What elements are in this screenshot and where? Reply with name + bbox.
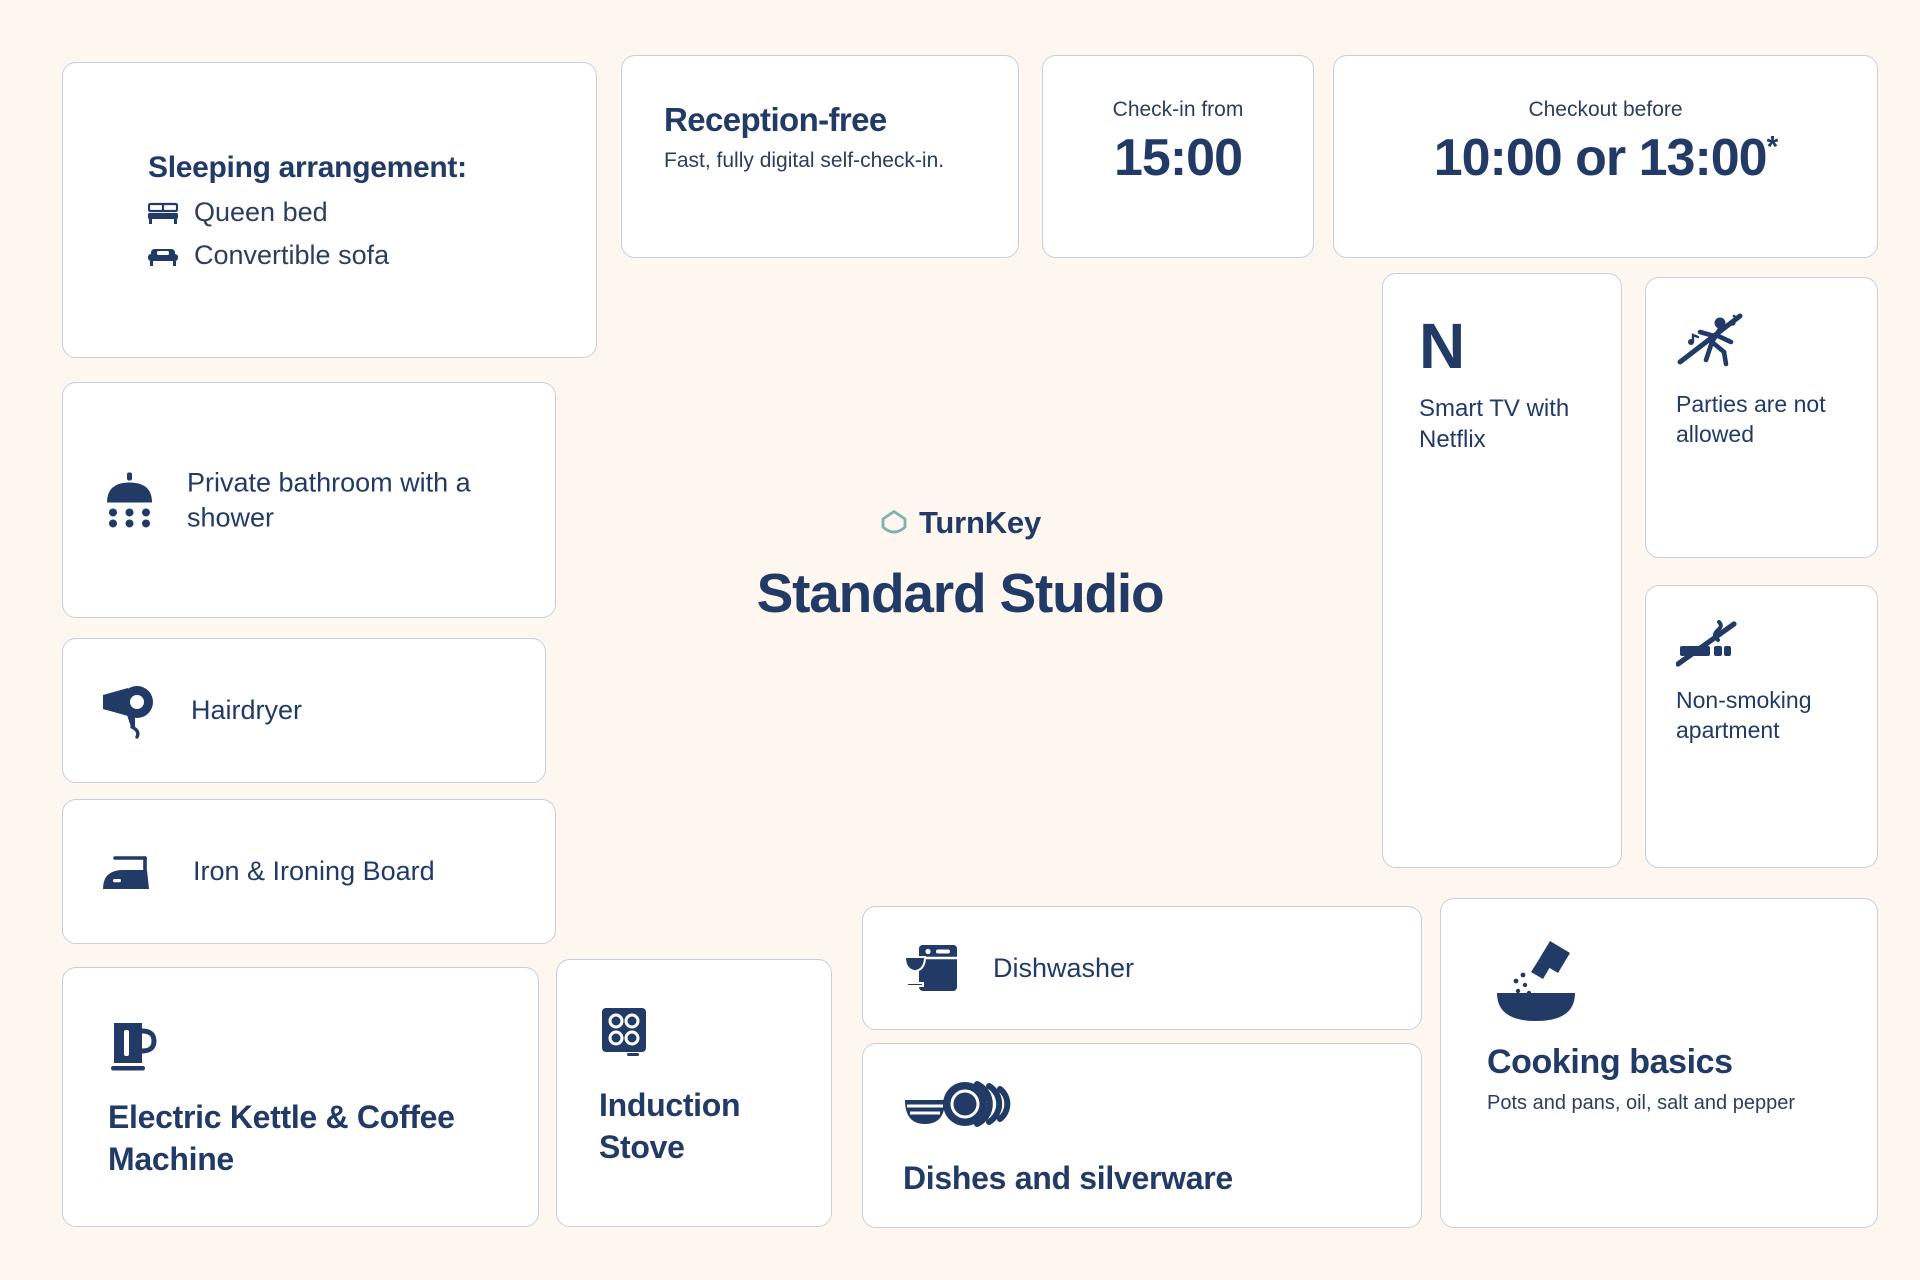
checkout-time-wrapper: 10:00 or 13:00* bbox=[1433, 128, 1779, 188]
brand-row: TurnKey bbox=[710, 505, 1210, 541]
page-title: Standard Studio bbox=[756, 562, 1165, 624]
seasoning-bowl-icon bbox=[1487, 939, 1795, 1025]
turnkey-hexagon-logo-icon bbox=[879, 508, 909, 538]
cooking-basics-subtitle: Pots and pans, oil, salt and pepper bbox=[1487, 1092, 1795, 1114]
electric-kettle-icon bbox=[108, 1013, 538, 1075]
iron-label: Iron & Ironing Board bbox=[193, 856, 435, 886]
card-dishes: Dishes and silverware bbox=[862, 1043, 1422, 1228]
iron-icon bbox=[101, 848, 163, 896]
check-in-time: 15:00 bbox=[1113, 129, 1243, 187]
dishwasher-label: Dishwasher bbox=[993, 952, 1135, 983]
card-cooking-basics: Cooking basics Pots and pans, oil, salt … bbox=[1440, 898, 1878, 1228]
no-smoking-label: Non-smoking apartment bbox=[1676, 687, 1812, 743]
list-item: Queen bed bbox=[148, 197, 467, 228]
card-no-parties: Parties are not allowed bbox=[1645, 277, 1878, 558]
card-no-smoking: Non-smoking apartment bbox=[1645, 585, 1878, 868]
netflix-n-icon: N bbox=[1419, 310, 1466, 382]
card-hairdryer: Hairdryer bbox=[62, 638, 546, 783]
shower-icon bbox=[101, 472, 159, 528]
brand-name: TurnKey bbox=[918, 505, 1042, 540]
list-item-label: Convertible sofa bbox=[194, 240, 390, 270]
hairdryer-label: Hairdryer bbox=[191, 695, 303, 725]
check-in-label: Check-in from bbox=[1112, 98, 1244, 121]
checkout-asterisk: * bbox=[1766, 130, 1779, 164]
induction-stove-icon bbox=[599, 1005, 831, 1063]
card-sleeping-arrangement: Sleeping arrangement: Queen bed Converti… bbox=[62, 62, 597, 358]
card-iron: Iron & Ironing Board bbox=[62, 799, 556, 944]
brand-block: TurnKey Standard Studio bbox=[710, 505, 1210, 625]
dishes-label: Dishes and silverware bbox=[903, 1160, 1233, 1196]
dishes-icon bbox=[903, 1078, 1233, 1136]
no-parties-icon bbox=[1676, 312, 1877, 374]
no-parties-label: Parties are not allowed bbox=[1676, 391, 1826, 447]
sleeping-arrangement-title: Sleeping arrangement: bbox=[148, 151, 467, 184]
card-reception-free: Reception-free Fast, fully digital self-… bbox=[621, 55, 1019, 258]
checkout-label: Checkout before bbox=[1528, 98, 1683, 121]
private-bathroom-label: Private bathroom with a shower bbox=[187, 467, 471, 532]
checkout-time: 10:00 or 13:00 bbox=[1433, 129, 1768, 187]
induction-stove-label: Induction Stove bbox=[599, 1087, 741, 1165]
card-induction-stove: Induction Stove bbox=[556, 959, 832, 1227]
card-smart-tv: N Smart TV with Netflix bbox=[1382, 273, 1622, 868]
card-dishwasher: Dishwasher bbox=[862, 906, 1422, 1030]
card-electric-kettle: Electric Kettle & Coffee Machine bbox=[62, 967, 539, 1227]
no-smoking-icon bbox=[1676, 620, 1877, 670]
amenities-infographic: Sleeping arrangement: Queen bed Converti… bbox=[0, 0, 1920, 1280]
cooking-basics-title: Cooking basics bbox=[1487, 1043, 1733, 1081]
list-item: Convertible sofa bbox=[148, 240, 467, 271]
list-item-label: Queen bed bbox=[194, 197, 328, 227]
reception-free-subtitle: Fast, fully digital self-check-in. bbox=[664, 149, 945, 172]
hairdryer-icon bbox=[101, 682, 161, 740]
card-checkout: Checkout before 10:00 or 13:00* bbox=[1333, 55, 1878, 258]
electric-kettle-label: Electric Kettle & Coffee Machine bbox=[108, 1099, 455, 1177]
bed-icon bbox=[148, 201, 178, 225]
dishwasher-icon bbox=[903, 939, 961, 997]
card-check-in: Check-in from 15:00 bbox=[1042, 55, 1314, 258]
sofa-icon bbox=[148, 244, 178, 268]
card-private-bathroom: Private bathroom with a shower bbox=[62, 382, 556, 618]
smart-tv-label: Smart TV with Netflix bbox=[1419, 394, 1570, 453]
reception-free-title: Reception-free bbox=[664, 101, 887, 138]
